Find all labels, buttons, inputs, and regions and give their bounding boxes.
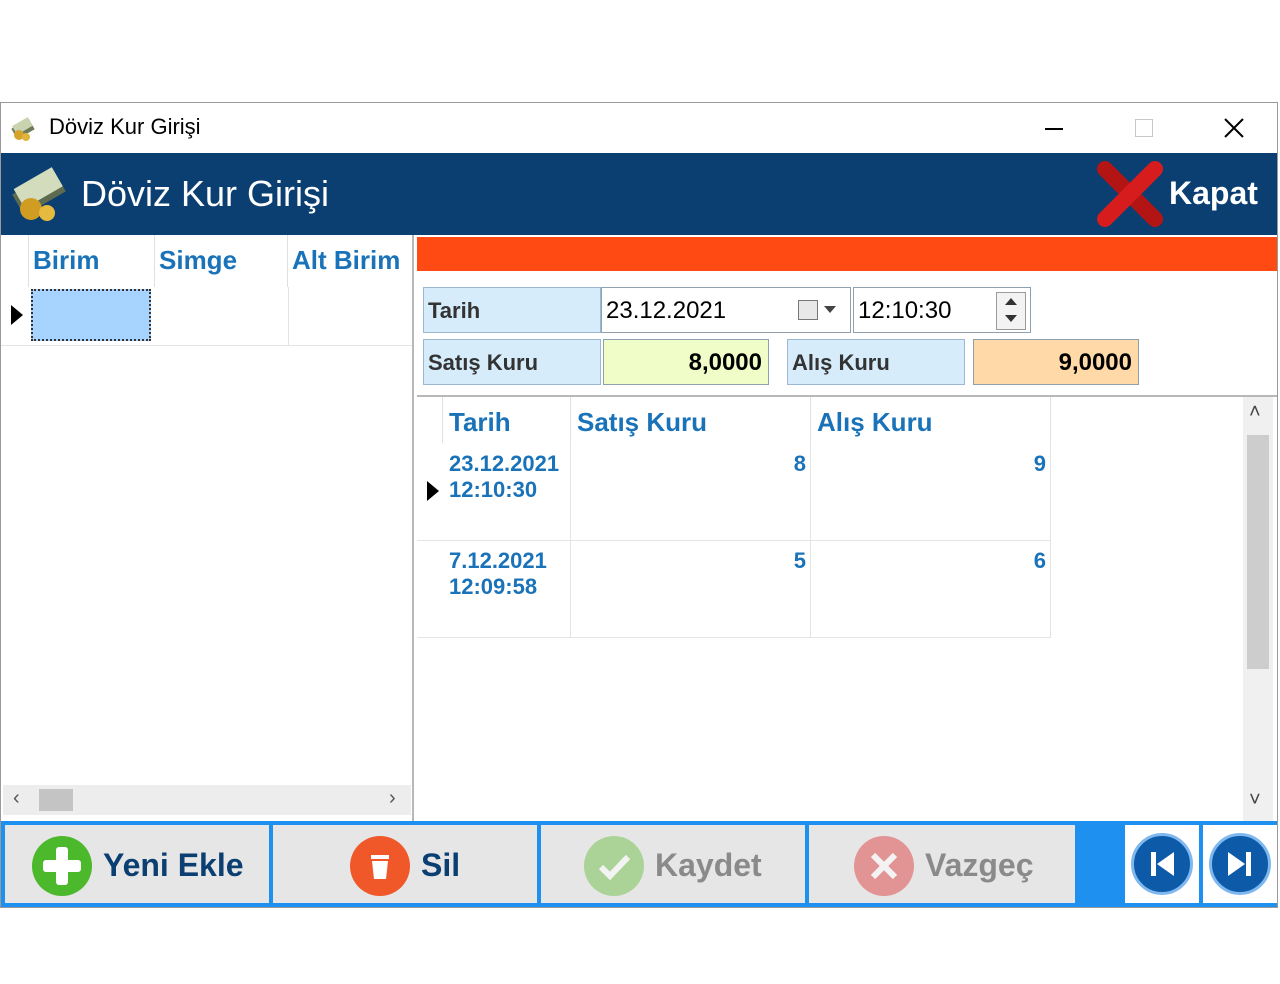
date-cell[interactable]: 23.12.2021 12:10:30 <box>443 443 571 540</box>
calendar-icon[interactable] <box>798 300 818 320</box>
sil-label: Sil <box>421 847 461 883</box>
vazgec-label: Vazgeç <box>925 847 1034 883</box>
vertical-scrollbar[interactable]: ˄ ˅ <box>1243 397 1273 821</box>
current-row-indicator-icon <box>11 305 23 325</box>
kapat-button[interactable]: Kapat <box>1095 161 1265 227</box>
bottom-toolbar: Yeni Ekle Sil Kaydet Vazgeç <box>1 821 1277 907</box>
first-record-button[interactable] <box>1125 825 1199 903</box>
alis-kuru-input[interactable]: 9,0000 <box>973 339 1139 385</box>
alis-kuru-value: 9,0000 <box>1058 349 1132 376</box>
column-header-alt-birim[interactable]: Alt Birim <box>288 235 412 287</box>
accent-strip <box>417 237 1277 271</box>
cancel-x-icon <box>854 836 914 896</box>
date-text: 23.12.2021 <box>449 451 560 476</box>
kaydet-button[interactable]: Kaydet <box>541 825 805 903</box>
satis-kuru-input[interactable]: 8,0000 <box>603 339 769 385</box>
column-header-tarih[interactable]: Tarih <box>443 397 571 443</box>
selected-cell[interactable] <box>31 289 151 341</box>
app-window: Döviz Kur Girişi Döviz Kur Girişi Kapat <box>0 102 1278 908</box>
satis-kuru-label: Satış Kuru <box>423 339 601 385</box>
table-row[interactable]: 23.12.2021 12:10:30 8 9 <box>417 443 1051 541</box>
window-title: Döviz Kur Girişi <box>49 114 201 139</box>
tarih-date-picker[interactable]: 23.12.2021 <box>601 287 851 333</box>
table-row[interactable] <box>1 287 412 346</box>
red-x-icon <box>1097 161 1163 227</box>
checkmark-icon <box>584 836 644 896</box>
yeni-ekle-button[interactable]: Yeni Ekle <box>5 825 269 903</box>
tarih-date-value: 23.12.2021 <box>606 297 727 324</box>
alis-kuru-label: Alış Kuru <box>787 339 965 385</box>
time-text: 12:10:30 <box>449 477 538 502</box>
spin-buttons[interactable] <box>996 292 1026 330</box>
satis-cell[interactable]: 8 <box>571 443 811 540</box>
title-bar: Döviz Kur Girişi <box>1 103 1277 153</box>
money-stack-icon <box>11 117 35 141</box>
scroll-down-icon[interactable]: ˅ <box>1249 789 1261 812</box>
time-stepper[interactable]: 12:10:30 <box>853 287 1031 333</box>
date-cell[interactable]: 7.12.2021 12:09:58 <box>443 540 571 637</box>
sil-button[interactable]: Sil <box>273 825 537 903</box>
maximize-button[interactable] <box>1099 103 1189 153</box>
close-icon <box>1224 118 1244 138</box>
alis-cell[interactable]: 9 <box>811 443 1051 540</box>
trash-icon <box>350 836 410 896</box>
first-record-icon <box>1131 833 1193 895</box>
table-row[interactable]: 7.12.2021 12:09:58 5 6 <box>417 540 1051 638</box>
yeni-ekle-label: Yeni Ekle <box>103 847 244 883</box>
kaydet-label: Kaydet <box>655 847 762 883</box>
kapat-label: Kapat <box>1169 175 1258 211</box>
alis-cell[interactable]: 6 <box>811 540 1051 637</box>
vazgec-button[interactable]: Vazgeç <box>809 825 1075 903</box>
minimize-icon <box>1045 128 1063 130</box>
page-title: Döviz Kur Girişi <box>81 173 330 214</box>
satis-cell[interactable]: 5 <box>571 540 811 637</box>
date-text: 7.12.2021 <box>449 548 547 573</box>
money-stack-icon <box>12 167 66 221</box>
currency-grid[interactable]: Birim Simge Alt Birim ‹ › <box>1 235 414 821</box>
last-record-button[interactable] <box>1203 825 1277 903</box>
spin-down-icon[interactable] <box>1005 315 1017 322</box>
green-plus-icon <box>32 836 92 896</box>
rate-history-grid[interactable]: Tarih Satış Kuru Alış Kuru 23.12.2021 12… <box>417 395 1277 821</box>
row-header-corner <box>1 235 29 287</box>
scroll-thumb[interactable] <box>1247 435 1269 669</box>
row-header-corner <box>417 397 443 443</box>
scroll-thumb[interactable] <box>39 789 73 811</box>
scroll-up-icon[interactable]: ˄ <box>1249 401 1261 424</box>
column-header-simge[interactable]: Simge <box>155 235 288 287</box>
satis-kuru-value: 8,0000 <box>688 349 762 376</box>
scroll-left-icon[interactable]: ‹ <box>13 787 20 810</box>
spin-up-icon[interactable] <box>1005 298 1017 305</box>
form-header: Döviz Kur Girişi Kapat <box>1 153 1277 235</box>
window-close-button[interactable] <box>1189 103 1279 153</box>
scroll-right-icon[interactable]: › <box>389 787 396 810</box>
horizontal-scrollbar[interactable]: ‹ › <box>3 785 411 815</box>
minimize-button[interactable] <box>1009 103 1099 153</box>
current-row-indicator-icon <box>427 481 439 501</box>
column-header-satis-kuru[interactable]: Satış Kuru <box>571 397 811 443</box>
column-header-birim[interactable]: Birim <box>29 235 155 287</box>
maximize-icon <box>1135 119 1153 137</box>
time-value: 12:10:30 <box>858 297 952 324</box>
time-text: 12:09:58 <box>449 574 538 599</box>
chevron-down-icon[interactable] <box>824 306 836 313</box>
tarih-label: Tarih <box>423 287 601 333</box>
column-header-alis-kuru[interactable]: Alış Kuru <box>811 397 1051 443</box>
column-divider <box>288 287 289 345</box>
last-record-icon <box>1209 833 1271 895</box>
